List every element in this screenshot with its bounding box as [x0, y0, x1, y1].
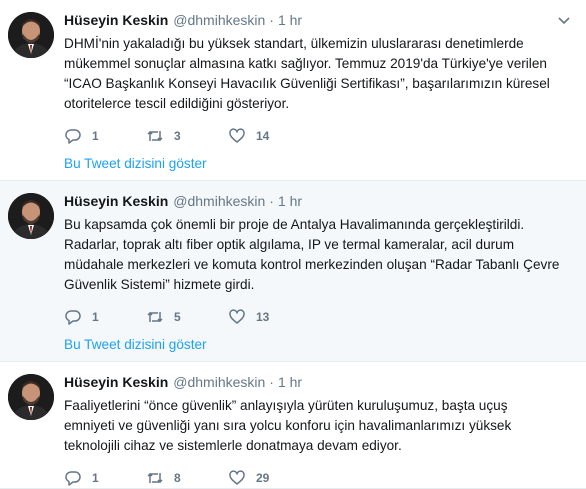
tweet-text-line: emniyeti ve güvenliği yanı sıra yolcu ko…: [64, 418, 512, 433]
separator: ·: [269, 12, 274, 28]
avatar[interactable]: [8, 193, 54, 239]
reply-button[interactable]: 1: [64, 127, 146, 145]
retweet-button[interactable]: 8: [146, 469, 228, 487]
tweet-actions: 1 5 13: [64, 307, 572, 327]
retweet-button[interactable]: 3: [146, 127, 228, 145]
like-count: 29: [256, 471, 270, 485]
tweet-text: DHMİ'nin yakaladığı bu yüksek standart, …: [64, 34, 572, 114]
show-thread-link[interactable]: Bu Tweet dizisini göster: [64, 156, 207, 171]
author-name[interactable]: Hüseyin Keskin: [64, 12, 168, 28]
like-button[interactable]: 14: [228, 127, 298, 145]
tweet-header: Hüseyin Keskin @dhmihkeskin · 1 hr: [64, 193, 572, 213]
retweet-button[interactable]: 5: [146, 308, 228, 326]
like-count: 14: [256, 129, 270, 143]
tweet[interactable]: Hüseyin Keskin @dhmihkeskin · 1 hr Faali…: [0, 362, 586, 489]
tweet-actions: 1 8 29: [64, 468, 572, 488]
like-button[interactable]: 13: [228, 308, 298, 326]
reply-button[interactable]: 1: [64, 308, 146, 326]
separator: ·: [269, 193, 274, 209]
tweet-text-line: Faaliyetlerini “önce güvenlik” anlayışıy…: [64, 398, 508, 413]
author-name[interactable]: Hüseyin Keskin: [64, 193, 168, 209]
separator: ·: [269, 374, 274, 390]
tweet[interactable]: Hüseyin Keskin @dhmihkeskin · 1 hr DHMİ'…: [0, 0, 586, 181]
reply-icon: [65, 310, 81, 325]
timestamp[interactable]: 1 hr: [278, 374, 302, 390]
retweet-count: 3: [174, 129, 181, 143]
retweet-icon: [147, 311, 163, 323]
like-icon: [229, 128, 245, 143]
tweet-text-line: DHMİ'nin yakaladığı bu yüksek standart, …: [64, 36, 524, 51]
reply-icon: [65, 129, 81, 144]
reply-count: 1: [92, 471, 99, 485]
tweet-text: Faaliyetlerini “önce güvenlik” anlayışıy…: [64, 396, 572, 456]
tweet-text-line: müdahale merkezleri ve komuta kontrol me…: [64, 257, 560, 272]
like-button[interactable]: 29: [228, 469, 298, 487]
tweet-actions: 1 3 14: [64, 126, 572, 146]
reply-count: 1: [92, 129, 99, 143]
tweet-timeline: Hüseyin Keskin @dhmihkeskin · 1 hr DHMİ'…: [0, 0, 586, 489]
tweet-text-line: “ICAO Başkanlık Konseyi Havacılık Güvenl…: [64, 76, 550, 91]
timestamp[interactable]: 1 hr: [278, 193, 302, 209]
reply-icon: [65, 471, 81, 486]
chevron-down-icon[interactable]: [556, 12, 572, 28]
tweet-text: Bu kapsamda çok önemli bir proje de Anta…: [64, 215, 572, 295]
author-handle[interactable]: @dhmihkeskin: [173, 374, 265, 390]
tweet-text-line: Bu kapsamda çok önemli bir proje de Anta…: [64, 217, 525, 232]
retweet-icon: [147, 130, 163, 142]
like-count: 13: [256, 310, 270, 324]
author-handle[interactable]: @dhmihkeskin: [173, 12, 265, 28]
retweet-count: 5: [174, 310, 181, 324]
tweet-header: Hüseyin Keskin @dhmihkeskin · 1 hr: [64, 12, 572, 32]
tweet-header: Hüseyin Keskin @dhmihkeskin · 1 hr: [64, 374, 572, 394]
tweet-text-line: Radarlar, toprak altı fiber optik algıla…: [64, 237, 515, 252]
show-thread-link[interactable]: Bu Tweet dizisini göster: [64, 337, 207, 352]
tweet[interactable]: Hüseyin Keskin @dhmihkeskin · 1 hr Bu ka…: [0, 181, 586, 362]
timestamp[interactable]: 1 hr: [278, 12, 302, 28]
retweet-icon: [147, 472, 163, 484]
like-icon: [229, 470, 245, 485]
tweet-text-line: mükemmel sonuçlar almasına katkı sağlıyo…: [64, 56, 547, 71]
retweet-count: 8: [174, 471, 181, 485]
tweet-text-line: Güvenlik Sistemi” hizmete girdi.: [64, 277, 255, 292]
reply-count: 1: [92, 310, 99, 324]
tweet-text-line: teknolojili cihaz ve sistemlerle donatma…: [64, 438, 402, 453]
author-handle[interactable]: @dhmihkeskin: [173, 193, 265, 209]
tweet-text-line: otoritelerce tescil edildiğini gösteriyo…: [64, 96, 290, 111]
avatar[interactable]: [8, 374, 54, 420]
reply-button[interactable]: 1: [64, 469, 146, 487]
avatar[interactable]: [8, 12, 54, 58]
author-name[interactable]: Hüseyin Keskin: [64, 374, 168, 390]
like-icon: [229, 309, 245, 324]
